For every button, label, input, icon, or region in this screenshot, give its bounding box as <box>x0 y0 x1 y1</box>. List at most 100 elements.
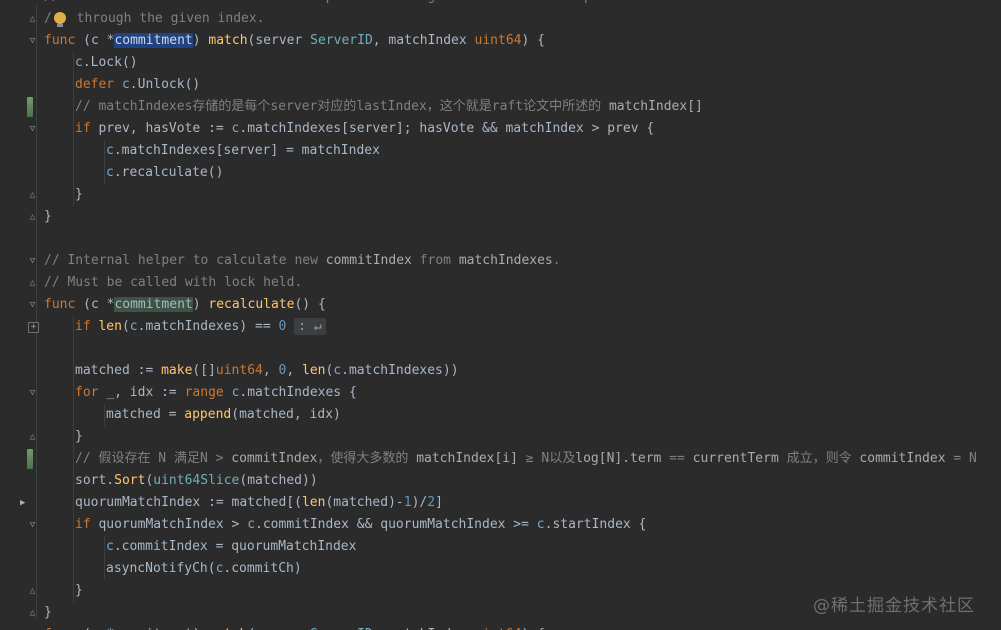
watermark: @稀土掘金技术社区 <box>813 596 975 616</box>
code-area[interactable]: // Match is called once a server complet… <box>0 0 1001 630</box>
code-token: commitment <box>114 33 193 48</box>
code-line[interactable]: ▽ if quorumMatchIndex > c.commitIndex && … <box>0 514 1001 536</box>
code-token: .recalculate() <box>113 165 224 180</box>
code-token: .matchIndexes)) <box>341 363 459 378</box>
intention-bulb-icon[interactable] <box>53 12 66 27</box>
code-token: // Internal helper to calculate new <box>44 253 326 268</box>
code-token: / <box>44 11 52 26</box>
code-line[interactable] <box>0 338 1001 360</box>
code-token: make <box>161 363 193 378</box>
code-token: through the given index. <box>68 11 265 26</box>
code-line[interactable]: c.Lock() <box>0 52 1001 74</box>
code-token: func <box>44 297 76 312</box>
code-line[interactable]: // Match is called once a server complet… <box>0 0 1001 8</box>
code-line[interactable]: matched = append(matched, idx) <box>0 404 1001 426</box>
code-token: } <box>75 583 83 598</box>
code-token: len <box>98 319 122 334</box>
code-token: 成立，则令 <box>778 451 860 466</box>
code-token: ) { <box>521 33 545 48</box>
code-token: recalculate <box>208 297 295 312</box>
code-token: len <box>302 363 326 378</box>
code-line[interactable]: △ / through the given index. <box>0 8 1001 30</box>
code-line[interactable]: + if len(c.matchIndexes) == 0 : ↵ <box>0 316 1001 338</box>
code-token: c <box>333 363 342 378</box>
code-token: .commitCh) <box>223 561 302 576</box>
code-line[interactable]: ▽ func (c *commitment) match(server Serve… <box>0 30 1001 52</box>
code-token: . <box>552 253 561 268</box>
code-token: } <box>75 187 83 202</box>
code-token: .Lock() <box>82 55 138 70</box>
code-line[interactable]: // matchIndexes存储的是每个server对应的lastIndex，… <box>0 96 1001 118</box>
code-token: c <box>129 319 138 334</box>
code-token: currentTerm <box>692 451 779 466</box>
code-line[interactable]: c.recalculate() <box>0 162 1001 184</box>
code-token: (matched, idx) <box>231 407 341 422</box>
code-token: matched = <box>106 407 185 422</box>
code-token: 1 <box>403 495 412 510</box>
code-token: uint64Slice <box>153 473 240 488</box>
code-token: .Unlock() <box>129 77 201 92</box>
code-line[interactable]: asyncNotifyCh(c.commitCh) <box>0 558 1001 580</box>
code-token: 2 <box>427 495 436 510</box>
code-token: commitIndex <box>231 451 318 466</box>
code-token: asyncNotifyCh( <box>106 561 216 576</box>
code-token: uint64 <box>474 33 522 48</box>
code-token: // matchIndexes存储的是每个server对应的lastIndex，… <box>75 99 609 114</box>
code-token: defer <box>75 77 122 92</box>
code-token: commitment <box>114 297 193 312</box>
code-line[interactable]: matched := make([]uint64, 0, len(c.match… <box>0 360 1001 382</box>
code-line[interactable]: func (c *commitment) match(server Server… <box>0 624 1001 630</box>
code-token: match <box>208 33 248 48</box>
code-token: uint64 <box>215 363 263 378</box>
code-token: c <box>106 143 114 158</box>
code-token: append <box>184 407 232 422</box>
code-line[interactable]: ▽// Internal helper to calculate new com… <box>0 250 1001 272</box>
code-token: // Match is called once a server complet… <box>44 0 662 4</box>
code-token: } <box>75 429 83 444</box>
code-line[interactable]: ▽ func (c *commitment) recalculate() { <box>0 294 1001 316</box>
code-token: matchIndexes <box>458 253 553 268</box>
code-token: , <box>286 363 302 378</box>
code-line[interactable]: // 假设存在 N 满足N > commitIndex，使得大多数的 match… <box>0 448 1001 470</box>
code-token: (server <box>247 33 311 48</box>
code-line[interactable] <box>0 228 1001 250</box>
code-token: (c * <box>75 33 115 48</box>
code-line[interactable]: △} <box>0 184 1001 206</box>
code-token: if <box>75 319 99 334</box>
code-line[interactable]: △// Must be called with lock held. <box>0 272 1001 294</box>
code-token: .commitIndex = quorumMatchIndex <box>113 539 357 554</box>
code-token: len <box>301 495 326 510</box>
code-token: c <box>106 165 114 180</box>
code-token: .matchIndexes { <box>239 385 357 400</box>
code-token: sort. <box>75 473 115 488</box>
code-line[interactable]: defer c.Unlock() <box>0 74 1001 96</box>
code-token: commitIndex <box>325 253 412 268</box>
code-editor[interactable]: // Match is called once a server complet… <box>0 0 1001 630</box>
code-line[interactable]: sort.Sort(uint64Slice(matched)) <box>0 470 1001 492</box>
code-token: // Must be called with lock held. <box>44 275 303 290</box>
code-line[interactable]: ▶ quorumMatchIndex := matched[(len(matche… <box>0 492 1001 514</box>
code-token: for <box>75 385 107 400</box>
code-token: ] <box>435 495 443 510</box>
code-line[interactable]: c.matchIndexes[server] = matchIndex <box>0 140 1001 162</box>
code-token: ，使得大多数的 <box>317 451 417 466</box>
code-token: c <box>75 55 83 70</box>
code-line[interactable]: ▽ for _, idx := range c.matchIndexes { <box>0 382 1001 404</box>
code-token: .startIndex { <box>544 517 647 532</box>
code-token: _, idx := <box>106 385 185 400</box>
code-line[interactable]: △} <box>0 426 1001 448</box>
code-token: prev, hasVote := <box>98 121 232 136</box>
code-token: Sort <box>114 473 146 488</box>
code-token: matchIndex[] <box>608 99 703 114</box>
code-token: == <box>661 451 693 466</box>
code-token: quorumMatchIndex := matched[( <box>75 495 302 510</box>
code-token: () { <box>294 297 326 312</box>
code-line[interactable]: △} <box>0 206 1001 228</box>
code-token: .matchIndexes[server] = matchIndex <box>113 143 380 158</box>
code-line[interactable]: c.commitIndex = quorumMatchIndex <box>0 536 1001 558</box>
code-line[interactable]: ▽ if prev, hasVote := c.matchIndexes[serv… <box>0 118 1001 140</box>
code-token: ( <box>121 319 130 334</box>
code-token: // 假设存在 N 满足N > <box>75 451 232 466</box>
code-token: range <box>184 385 232 400</box>
